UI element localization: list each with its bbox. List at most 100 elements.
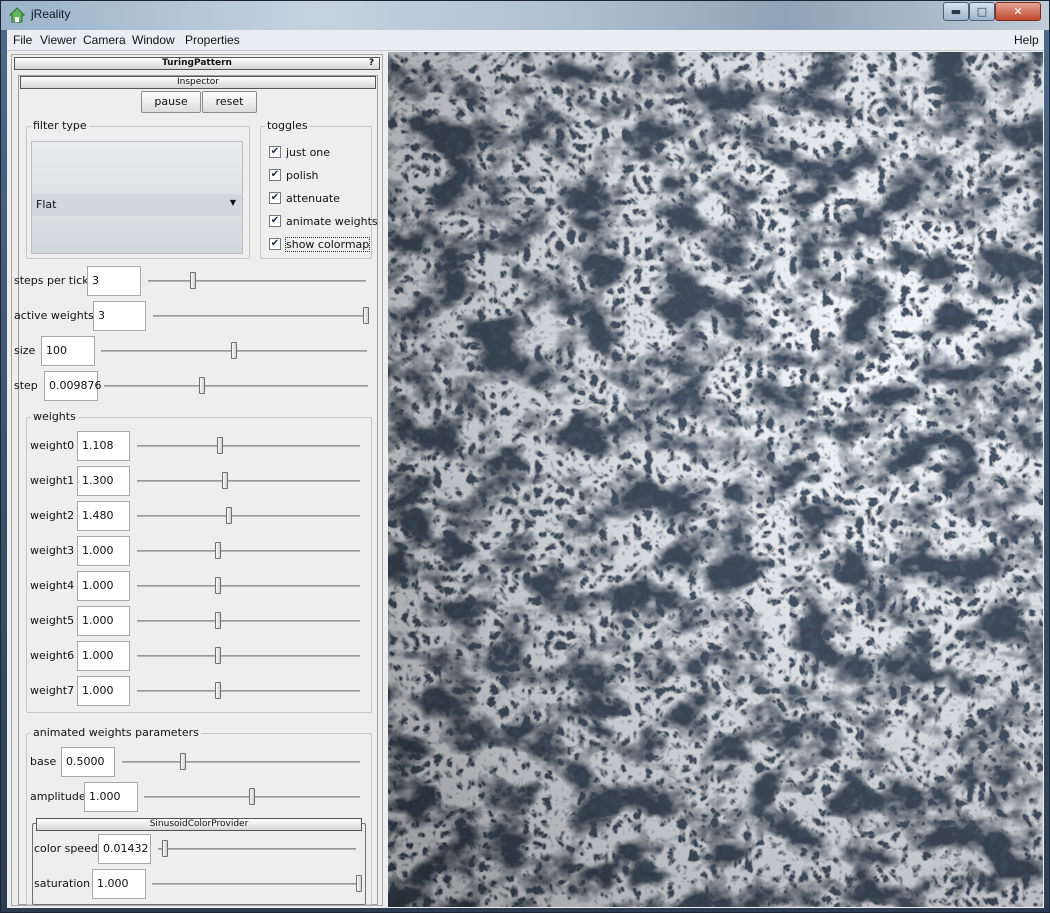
toggles-group: toggles ✔ just one ✔ polish ✔ attenuate ✔ anima… (260, 119, 378, 259)
weight1-label: weight1 (30, 474, 75, 487)
inspector-title-bar[interactable]: Inspector (20, 76, 376, 89)
toggle-polish[interactable]: ✔ polish (269, 168, 369, 184)
active-weights-slider-track[interactable] (153, 315, 369, 317)
reset-button[interactable]: reset (202, 91, 257, 113)
active-weights-field[interactable]: 3 (93, 301, 146, 331)
base-slider-thumb[interactable] (180, 753, 186, 770)
filter-type-selected-row[interactable]: Flat ▼ (32, 194, 242, 216)
viewer-canvas[interactable] (388, 52, 1043, 907)
toggle-label: attenuate (286, 192, 340, 205)
filter-type-title: filter type (31, 119, 89, 132)
toggle-animate-weights[interactable]: ✔ animate weights (269, 214, 378, 230)
step-slider-track[interactable] (104, 385, 368, 387)
weight6-slider-track[interactable] (137, 655, 360, 657)
title-bar[interactable]: jReality ▬ □ ✕ (1, 1, 1049, 30)
weight2-slider-track[interactable] (137, 515, 360, 517)
minimize-icon: ▬ (950, 5, 962, 18)
steps-per-tick-field[interactable]: 3 (87, 266, 141, 296)
turing-pattern-image (388, 52, 1043, 907)
weight4-slider-thumb[interactable] (215, 577, 222, 594)
base-label: base (30, 755, 57, 768)
weight3-slider-thumb[interactable] (215, 542, 222, 559)
weight7-slider-track[interactable] (137, 690, 360, 692)
close-button[interactable]: ✕ (995, 2, 1041, 21)
weight7-slider-thumb[interactable] (215, 682, 222, 699)
app-window: jReality ▬ □ ✕ File Viewer Camera Window… (0, 0, 1050, 913)
weight2-slider-thumb[interactable] (225, 507, 232, 524)
panel-title: TuringPattern (162, 58, 232, 68)
saturation-field[interactable]: 1.000 (92, 869, 146, 899)
weight0-slider-track[interactable] (137, 445, 360, 447)
weight7-field[interactable]: 1.000 (77, 676, 130, 706)
steps-per-tick-slider-thumb[interactable] (190, 272, 197, 289)
menu-properties[interactable]: Properties (185, 33, 240, 47)
step-label: step (14, 379, 38, 392)
menu-window[interactable]: Window (132, 33, 175, 47)
weight4-field[interactable]: 1.000 (77, 571, 130, 601)
toggle-show-colormap[interactable]: ✔ show colormap (269, 237, 371, 253)
menu-file[interactable]: File (13, 33, 32, 47)
menu-bar: File Viewer Camera Window Properties Hel… (7, 30, 1044, 51)
maximize-button[interactable]: □ (969, 2, 995, 21)
animated-weights-title: animated weights parameters (31, 726, 201, 739)
weight0-field[interactable]: 1.108 (77, 431, 130, 461)
client-area: TuringPattern ? Inspector pause reset fi… (7, 51, 1044, 908)
weight7-label: weight7 (30, 684, 75, 697)
sinusoid-title-bar[interactable]: SinusoidColorProvider (36, 818, 362, 831)
weight1-slider-thumb[interactable] (221, 472, 228, 489)
step-slider-thumb[interactable] (199, 377, 206, 394)
weight5-field[interactable]: 1.000 (77, 606, 130, 636)
weight3-field[interactable]: 1.000 (77, 536, 130, 566)
weight0-label: weight0 (30, 439, 75, 452)
saturation-slider-thumb[interactable] (356, 875, 362, 892)
filter-type-select[interactable]: Flat ▼ (31, 141, 243, 254)
panel-title-bar[interactable]: TuringPattern ? (14, 57, 380, 70)
weight4-slider-track[interactable] (137, 585, 360, 587)
toggle-attenuate[interactable]: ✔ attenuate (269, 191, 369, 207)
checkbox-show-colormap[interactable]: ✔ (269, 238, 281, 250)
weight2-field[interactable]: 1.480 (77, 501, 130, 531)
weight5-slider-track[interactable] (137, 620, 360, 622)
minimize-button[interactable]: ▬ (943, 2, 969, 21)
toggle-label: polish (286, 169, 319, 182)
pause-button[interactable]: pause (141, 91, 201, 113)
window-title: jReality (31, 7, 71, 21)
close-icon: ✕ (1013, 5, 1023, 18)
step-field[interactable]: 0.009876 (44, 371, 102, 401)
checkbox-polish[interactable]: ✔ (269, 169, 281, 181)
color-speed-slider-thumb[interactable] (161, 840, 168, 857)
inspector-title: Inspector (177, 77, 219, 87)
weight5-slider-thumb[interactable] (215, 612, 222, 629)
sinusoid-title: SinusoidColorProvider (149, 819, 249, 829)
amplitude-slider-thumb[interactable] (249, 788, 255, 805)
amplitude-field[interactable]: 1.000 (84, 782, 138, 812)
panel-help-button[interactable]: ? (366, 58, 377, 69)
weight6-field[interactable]: 1.000 (77, 641, 130, 671)
weight6-label: weight6 (30, 649, 75, 662)
base-field[interactable]: 0.5000 (61, 747, 115, 777)
weight3-slider-track[interactable] (137, 550, 360, 552)
checkbox-attenuate[interactable]: ✔ (269, 192, 281, 204)
toggle-just-one[interactable]: ✔ just one (269, 145, 369, 161)
size-slider-thumb[interactable] (231, 342, 237, 359)
steps-per-tick-label: steps per tick (14, 274, 89, 287)
weight1-field[interactable]: 1.300 (77, 466, 130, 496)
weight0-slider-thumb[interactable] (217, 437, 224, 454)
menu-help[interactable]: Help (1014, 33, 1039, 47)
weight6-slider-thumb[interactable] (215, 647, 222, 664)
color-speed-slider-track[interactable] (158, 848, 356, 850)
saturation-slider-track[interactable] (152, 883, 362, 885)
checkbox-just-one[interactable]: ✔ (269, 146, 281, 158)
color-speed-field[interactable]: 0.01432 (98, 834, 151, 864)
weight2-label: weight2 (30, 509, 75, 522)
steps-per-tick-slider-track[interactable] (148, 280, 366, 282)
base-slider-track[interactable] (122, 761, 360, 763)
menu-viewer[interactable]: Viewer (40, 33, 76, 47)
inspector-panel: TuringPattern ? Inspector pause reset fi… (11, 54, 383, 906)
weight4-label: weight4 (30, 579, 75, 592)
size-field[interactable]: 100 (41, 336, 95, 366)
menu-camera[interactable]: Camera (83, 33, 126, 47)
checkbox-animate-weights[interactable]: ✔ (269, 215, 281, 227)
active-weights-slider-thumb[interactable] (363, 307, 369, 324)
weight1-slider-track[interactable] (137, 480, 360, 482)
